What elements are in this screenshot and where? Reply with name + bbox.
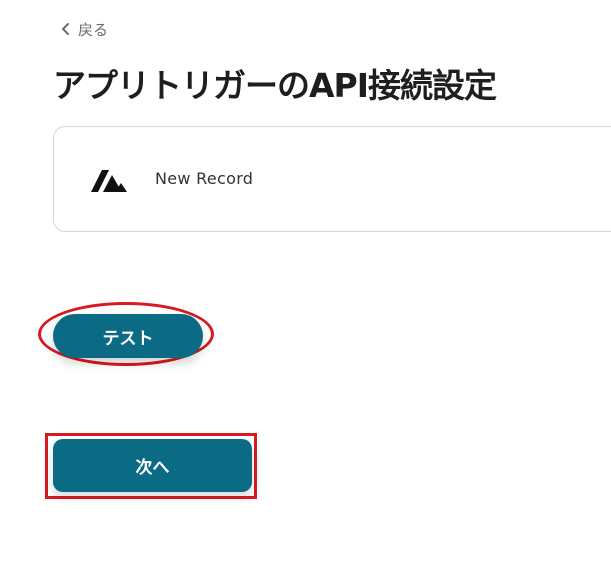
page-title: アプリトリガーのAPI接続設定	[53, 66, 497, 105]
back-link[interactable]: 戻る	[60, 18, 108, 40]
back-link-label: 戻る	[78, 20, 109, 39]
test-button[interactable]: テスト	[53, 314, 203, 358]
app-logo-icon	[89, 165, 129, 195]
next-button[interactable]: 次へ	[53, 439, 252, 492]
trigger-card[interactable]: New Record	[53, 126, 611, 232]
trigger-label: New Record	[155, 169, 254, 188]
chevron-left-icon	[60, 22, 72, 36]
